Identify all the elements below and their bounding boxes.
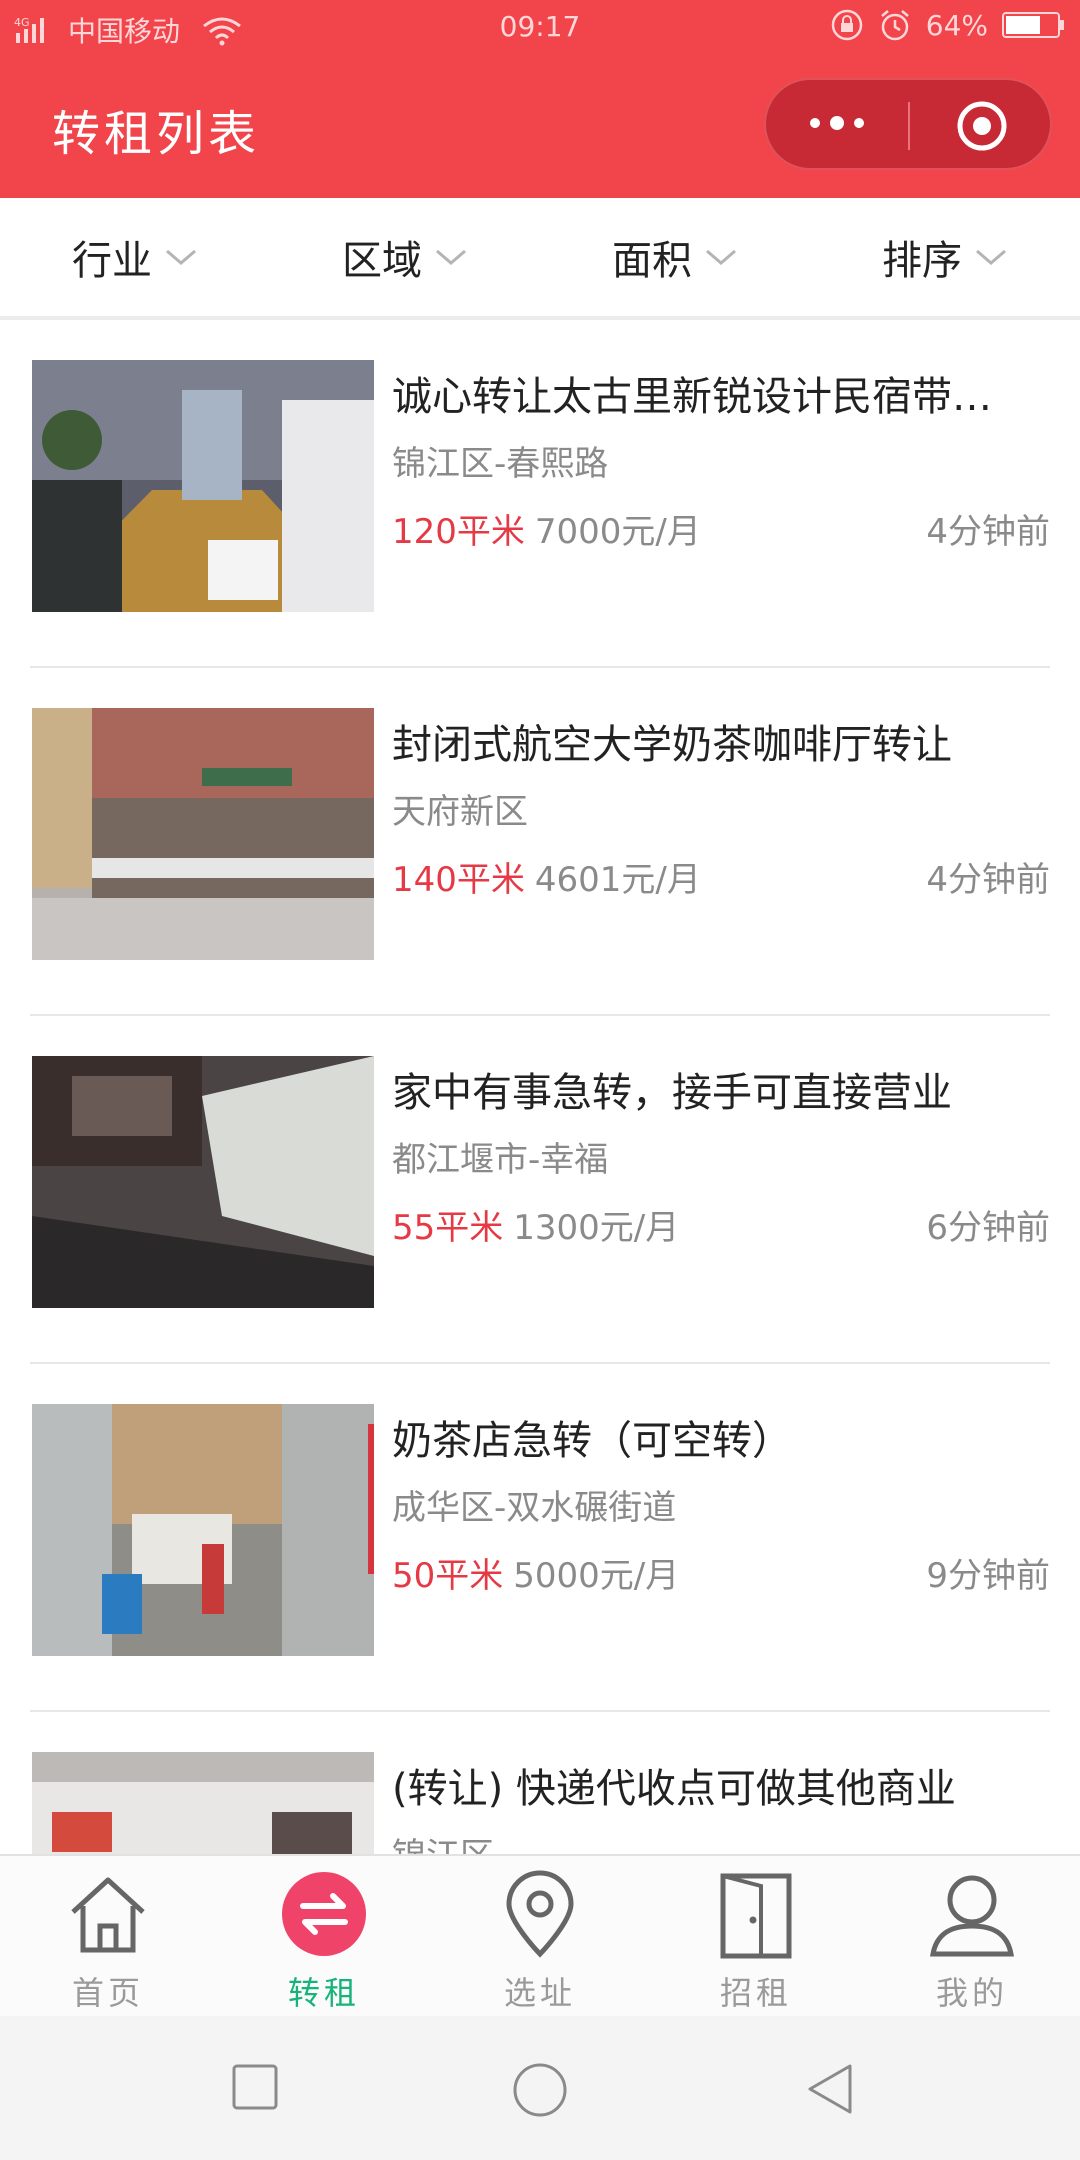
filter-region[interactable]: 区域	[342, 228, 468, 286]
listing-title: 奶茶店急转（可空转）	[392, 1418, 792, 1464]
system-nav-bar	[0, 2016, 1080, 2160]
filter-area[interactable]: 面积	[612, 228, 738, 286]
listing-title: 诚心转让太古里新锐设计民宿带…	[392, 374, 992, 420]
listing-title: (转让) 快递代收点可做其他商业	[392, 1766, 956, 1812]
listing-rent: 4601元/月	[534, 860, 701, 900]
listing-meta: 140平米 4601元/月	[392, 852, 701, 901]
listing-time: 4分钟前	[926, 512, 1050, 552]
home-icon	[71, 1877, 145, 1953]
filter-label: 面积	[612, 238, 692, 284]
tab-label: 招租	[719, 1974, 792, 2012]
title-bar: 转租列表	[0, 54, 1080, 198]
listing-location: 成华区-双水碾街道	[392, 1488, 677, 1528]
list-item[interactable]: (转让) 快递代收点可做其他商业 锦江区	[0, 1712, 1080, 1854]
back-icon[interactable]	[804, 2062, 854, 2116]
listing-location: 都江堰市-幸福	[392, 1140, 609, 1180]
location-pin-icon	[506, 1870, 574, 1958]
listing-location: 锦江区-春熙路	[392, 444, 609, 484]
listing-meta: 50平米 5000元/月	[392, 1548, 679, 1597]
listing-location: 天府新区	[392, 792, 528, 832]
listing-area: 55平米	[392, 1208, 504, 1248]
tab-transfer[interactable]: 转租	[216, 1870, 432, 2012]
page-title: 转租列表	[52, 106, 261, 162]
tab-label: 选址	[503, 1974, 576, 2012]
listing-rent: 5000元/月	[513, 1556, 680, 1596]
tab-bar: 首页 转租 选址 招租 我的	[0, 1854, 1080, 2016]
listing-time: 9分钟前	[926, 1556, 1050, 1596]
listing-meta: 55平米 1300元/月	[392, 1200, 679, 1249]
listing-time: 4分钟前	[926, 860, 1050, 900]
tab-profile[interactable]: 我的	[864, 1870, 1080, 2012]
battery-icon	[1002, 12, 1064, 38]
listing-photo	[32, 1752, 374, 1854]
door-icon	[720, 1873, 792, 1959]
filter-label: 行业	[72, 238, 152, 284]
alarm-icon	[880, 10, 909, 41]
filter-label: 排序	[882, 238, 962, 284]
tab-label: 首页	[71, 1974, 144, 2012]
tab-label: 我的	[935, 1974, 1008, 2012]
tab-home[interactable]: 首页	[0, 1870, 216, 2012]
lock-rotation-icon	[831, 9, 863, 41]
listing-rent: 7000元/月	[534, 512, 701, 552]
filter-sort[interactable]: 排序	[882, 228, 1008, 286]
mini-program-capsule	[764, 78, 1052, 170]
listing-area: 140平米	[392, 860, 525, 900]
list-item[interactable]: 诚心转让太古里新锐设计民宿带… 锦江区-春熙路 120平米 7000元/月 4分钟…	[0, 320, 1080, 668]
home-circle-icon[interactable]	[512, 2062, 568, 2118]
listing-rent: 1300元/月	[513, 1208, 680, 1248]
listing-photo	[32, 360, 374, 612]
listing-area: 50平米	[392, 1556, 504, 1596]
filter-bar: 行业 区域 面积 排序	[0, 198, 1080, 320]
listing-title: 家中有事急转，接手可直接营业	[392, 1070, 952, 1116]
chevron-down-icon	[706, 249, 736, 265]
transfer-icon	[282, 1872, 366, 1956]
chevron-down-icon	[166, 249, 196, 265]
listing-photo	[32, 1404, 374, 1656]
listing-area: 120平米	[392, 512, 525, 552]
user-icon	[930, 1875, 1014, 1957]
listing-photo	[32, 708, 374, 960]
filter-label: 区域	[342, 238, 422, 284]
listing-list: 诚心转让太古里新锐设计民宿带… 锦江区-春熙路 120平米 7000元/月 4分钟…	[0, 320, 1080, 1854]
more-button[interactable]	[766, 80, 908, 168]
tab-label: 转租	[287, 1974, 360, 2012]
tab-for-rent[interactable]: 招租	[648, 1870, 864, 2012]
close-icon	[957, 101, 1007, 151]
recent-apps-icon[interactable]	[230, 2062, 280, 2112]
list-item[interactable]: 奶茶店急转（可空转） 成华区-双水碾街道 50平米 5000元/月 9分钟前	[0, 1364, 1080, 1712]
chevron-down-icon	[976, 249, 1006, 265]
tab-site-selection[interactable]: 选址	[432, 1870, 648, 2012]
listing-photo	[32, 1056, 374, 1308]
listing-title: 封闭式航空大学奶茶咖啡厅转让	[392, 722, 952, 768]
status-right: 64%	[830, 8, 1066, 42]
list-item[interactable]: 封闭式航空大学奶茶咖啡厅转让 天府新区 140平米 4601元/月 4分钟前	[0, 668, 1080, 1016]
listing-meta: 120平米 7000元/月	[392, 504, 701, 553]
status-bar: 4G 中国移动 09:17 64%	[0, 0, 1080, 54]
battery-percent: 64%	[925, 8, 988, 42]
filter-industry[interactable]: 行业	[72, 228, 198, 286]
chevron-down-icon	[436, 249, 466, 265]
listing-location: 锦江区	[392, 1828, 494, 1854]
listing-time: 6分钟前	[926, 1208, 1050, 1248]
close-button[interactable]	[910, 80, 1050, 168]
list-item[interactable]: 家中有事急转，接手可直接营业 都江堰市-幸福 55平米 1300元/月 6分钟前	[0, 1016, 1080, 1364]
